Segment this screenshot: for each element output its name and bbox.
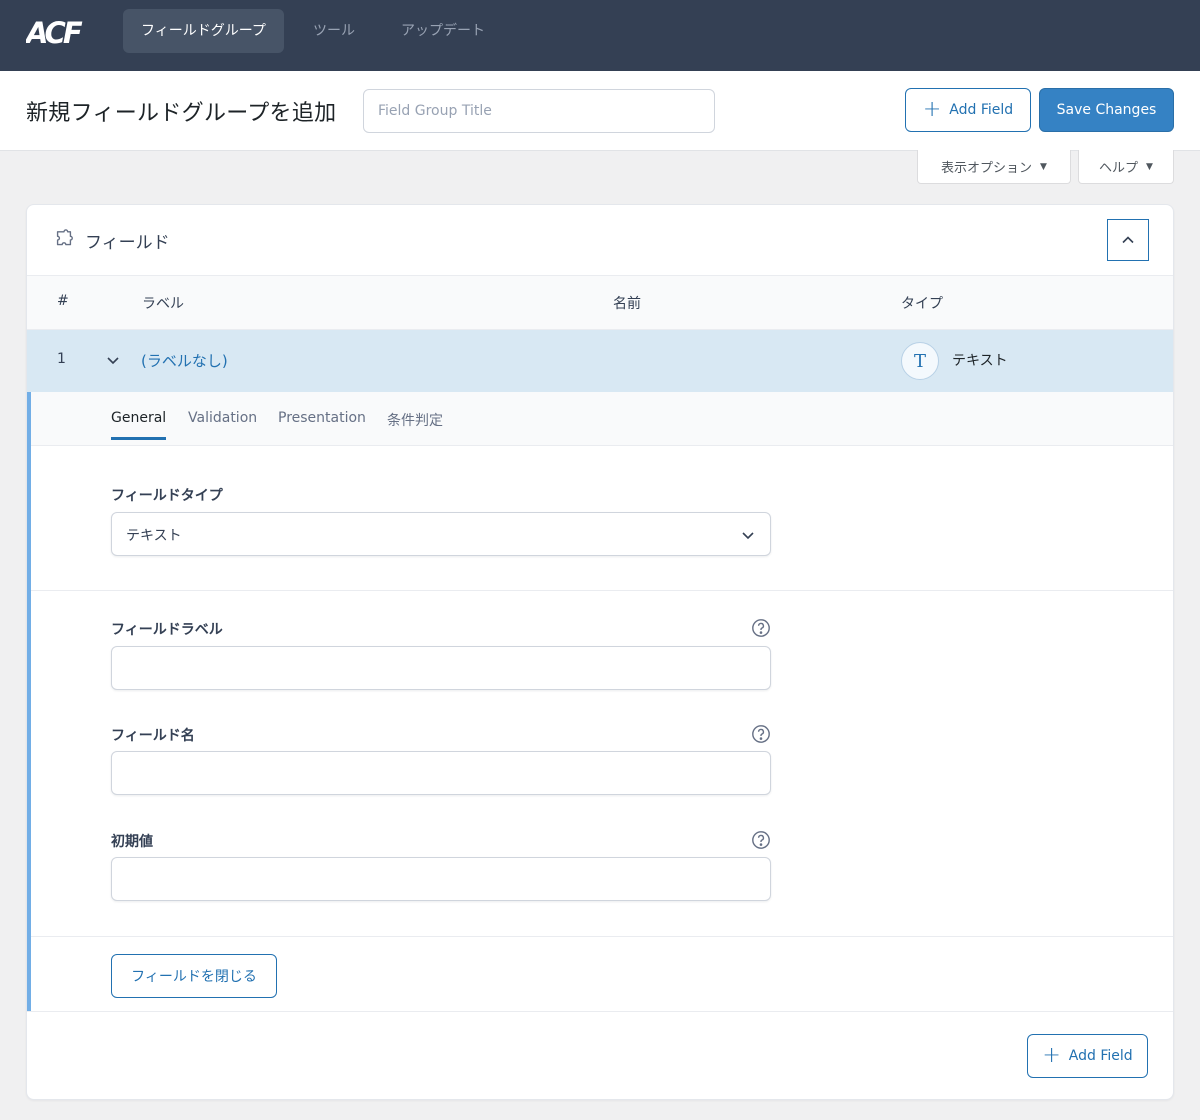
tab-conditional-logic[interactable]: 条件判定 [387, 410, 443, 441]
footer-add-field-button[interactable]: + Add Field [1027, 1034, 1148, 1078]
fields-table-header: # ラベル 名前 タイプ [27, 276, 1173, 330]
help-button[interactable]: ヘルプ ▼ [1078, 150, 1174, 184]
footer-add-field-label: Add Field [1068, 1048, 1133, 1064]
field-row-label-link[interactable]: (ラベルなし) [141, 350, 228, 371]
column-name: 名前 [613, 296, 641, 312]
top-navigation: ACF フィールドグループ ツール アップデート [0, 0, 1200, 71]
panel-footer-divider [27, 1011, 1173, 1012]
field-name-input[interactable] [111, 751, 771, 795]
fields-panel: フィールド # ラベル 名前 タイプ 1 (ラベルなし) T テキスト Gene… [26, 204, 1174, 1100]
screen-options-label: 表示オプション [941, 161, 1033, 176]
settings-tabs: General Validation Presentation 条件判定 [31, 392, 1173, 446]
acf-logo[interactable]: ACF [26, 17, 88, 45]
default-value-input[interactable] [111, 857, 771, 901]
field-name-label: フィールド名 [111, 728, 195, 744]
page-title: 新規フィールドグループを追加 [26, 101, 337, 126]
header-bar: 新規フィールドグループを追加 + Add Field Save Changes [0, 71, 1200, 151]
field-type-label: フィールドタイプ [111, 488, 223, 504]
nav-tab-tools[interactable]: ツール [295, 9, 373, 53]
chevron-down-icon [742, 532, 754, 540]
logo-text: ACF [26, 17, 83, 45]
screen-options-button[interactable]: 表示オプション ▼ [917, 150, 1071, 184]
column-label: ラベル [142, 296, 184, 312]
text-type-icon: T [901, 342, 939, 380]
field-type-value: テキスト [126, 528, 182, 544]
field-name-help-icon[interactable] [751, 724, 771, 744]
panel-header: フィールド [27, 205, 1173, 276]
field-settings: General Validation Presentation 条件判定 フィー… [27, 392, 1173, 1012]
field-row[interactable]: 1 (ラベルなし) T テキスト [27, 330, 1173, 392]
default-value-label: 初期値 [111, 834, 153, 850]
field-label-label: フィールドラベル [111, 622, 223, 638]
chevron-down-icon[interactable] [105, 352, 121, 368]
chevron-up-icon [1122, 236, 1134, 244]
puzzle-icon [56, 229, 73, 246]
plus-icon: + [1042, 1043, 1061, 1068]
tab-general[interactable]: General [111, 410, 167, 440]
divider [31, 590, 1173, 591]
column-type: タイプ [901, 296, 943, 312]
field-row-number: 1 [57, 351, 66, 367]
panel-title: フィールド [85, 233, 170, 253]
collapse-panel-button[interactable] [1107, 219, 1149, 261]
column-number: # [57, 293, 69, 309]
add-field-label: Add Field [949, 102, 1014, 118]
triangle-down-icon: ▼ [1146, 161, 1153, 172]
help-label: ヘルプ [1099, 161, 1139, 176]
plus-icon: + [922, 97, 942, 122]
close-field-button[interactable]: フィールドを閉じる [111, 954, 277, 998]
nav-tab-updates[interactable]: アップデート [383, 9, 503, 53]
field-row-type: テキスト [952, 353, 1008, 369]
add-field-button[interactable]: + Add Field [905, 88, 1031, 132]
default-value-help-icon[interactable] [751, 830, 771, 850]
divider [31, 936, 1173, 937]
field-type-select[interactable]: テキスト [111, 512, 771, 556]
save-changes-button[interactable]: Save Changes [1039, 88, 1174, 132]
field-label-help-icon[interactable] [751, 618, 771, 638]
triangle-down-icon: ▼ [1040, 161, 1047, 172]
tab-validation[interactable]: Validation [188, 410, 257, 437]
nav-tab-field-groups[interactable]: フィールドグループ [123, 9, 284, 53]
tab-presentation[interactable]: Presentation [278, 410, 366, 437]
field-group-title-input[interactable] [363, 89, 715, 133]
field-label-input[interactable] [111, 646, 771, 690]
